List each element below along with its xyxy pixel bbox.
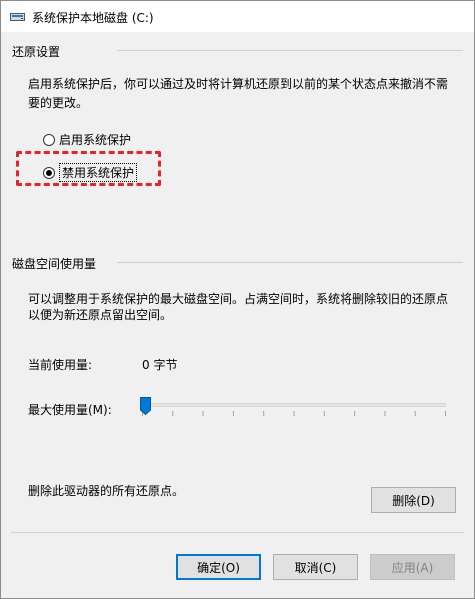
delete-button[interactable]: 删除(D) [371, 487, 456, 513]
annotation-highlight-box [16, 151, 161, 186]
enable-protection-label: 启用系统保护 [59, 133, 132, 147]
enable-protection-radio[interactable]: 启用系统保护 [43, 131, 131, 148]
delete-restore-points-text: 删除此驱动器的所有还原点。 [28, 484, 185, 498]
max-usage-slider-thumb[interactable] [140, 397, 151, 415]
restore-settings-header: 还原设置 [12, 45, 61, 59]
title-bar: 系统保护本地磁盘 (C:) [1, 1, 474, 32]
footer-separator [11, 532, 464, 533]
restore-description-line1: 启用系统保护后，你可以通过及时将计算机还原到以前的某个状态点来撤消不需 [28, 77, 449, 91]
max-usage-label: 最大使用量(M): [28, 403, 112, 417]
system-protection-dialog: 系统保护本地磁盘 (C:) 还原设置 启用系统保护后，你可以通过及时将计算机还原… [0, 0, 475, 599]
disk-description-line1: 可以调整用于系统保护的最大磁盘空间。占满空间时，系统将删除较旧的还原点 [28, 292, 449, 306]
current-usage-label: 当前使用量: [28, 358, 93, 372]
apply-button[interactable]: 应用(A) [370, 554, 455, 580]
current-usage-value: 0 字节 [142, 358, 178, 372]
ok-button[interactable]: 确定(O) [176, 554, 261, 580]
radio-unchecked-icon [43, 133, 55, 146]
disk-usage-divider [117, 262, 463, 263]
window-title: 系统保护本地磁盘 (C:) [32, 11, 154, 25]
max-usage-slider-track[interactable] [142, 403, 446, 407]
drive-icon [10, 10, 25, 22]
cancel-button[interactable]: 取消(C) [273, 554, 358, 580]
restore-description-line2: 要的更改。 [28, 96, 89, 110]
slider-ticks [142, 411, 446, 416]
disk-usage-header: 磁盘空间使用量 [12, 257, 97, 271]
restore-settings-divider [117, 50, 463, 51]
disk-description-line2: 以便为新还原点留出空间。 [28, 308, 173, 322]
